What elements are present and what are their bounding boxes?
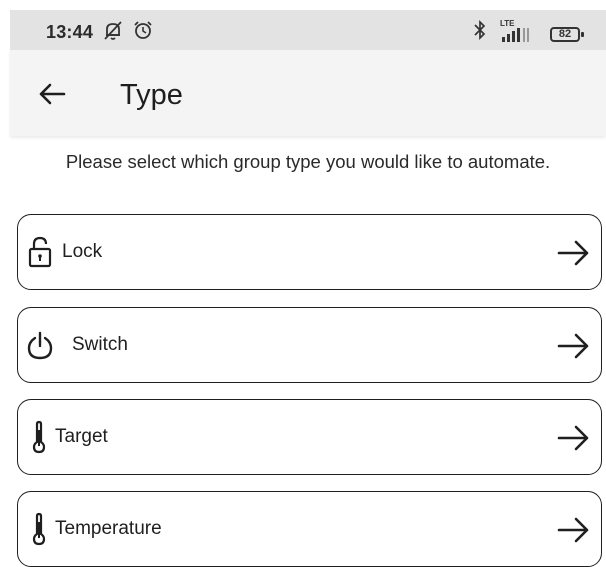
bluetooth-icon bbox=[474, 19, 486, 41]
alarm-icon bbox=[134, 21, 152, 39]
power-icon bbox=[27, 331, 53, 360]
lte-signal-icon: LTE bbox=[498, 19, 538, 43]
option-label: Temperature bbox=[55, 518, 162, 539]
page-title: Type bbox=[120, 79, 183, 111]
thermometer-icon bbox=[32, 420, 46, 454]
arrow-right-icon bbox=[557, 333, 589, 359]
notifications-off-icon bbox=[104, 21, 122, 40]
option-label: Switch bbox=[72, 334, 128, 355]
status-bar: 13:44 LTE 82 bbox=[10, 10, 606, 50]
option-lock[interactable]: Lock bbox=[17, 214, 602, 290]
lock-icon bbox=[28, 236, 52, 268]
battery-tip bbox=[581, 32, 584, 37]
app-bar: Type bbox=[10, 50, 606, 136]
instruction-text: Please select which group type you would… bbox=[65, 151, 551, 172]
option-temperature[interactable]: Temperature bbox=[17, 491, 602, 567]
arrow-right-icon bbox=[557, 240, 589, 266]
arrow-right-icon bbox=[557, 425, 589, 451]
option-label: Lock bbox=[62, 241, 103, 262]
option-target[interactable]: Target bbox=[17, 399, 602, 475]
battery-icon: 82 bbox=[550, 27, 580, 42]
arrow-left-icon[interactable] bbox=[36, 78, 68, 110]
thermometer-icon bbox=[32, 512, 46, 546]
battery-level: 82 bbox=[558, 28, 572, 40]
arrow-right-icon bbox=[557, 517, 589, 543]
option-label: Target bbox=[55, 426, 108, 447]
option-switch[interactable]: Switch bbox=[17, 307, 602, 383]
status-time: 13:44 bbox=[46, 22, 94, 42]
